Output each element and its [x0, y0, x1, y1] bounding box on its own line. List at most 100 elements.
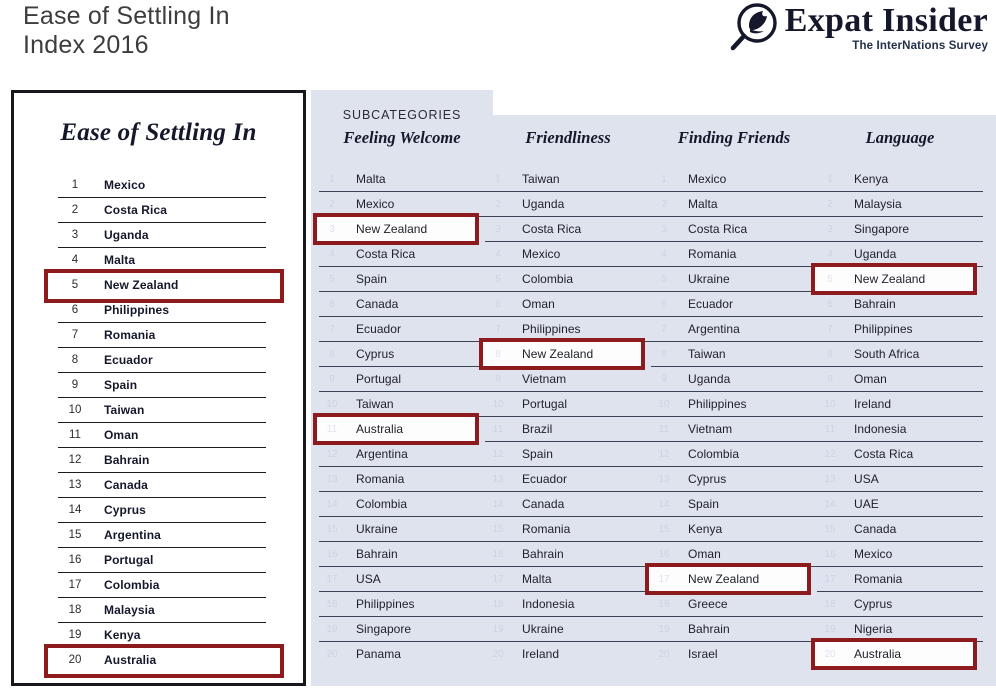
rank-number: 17	[824, 573, 836, 585]
country-name: Romania	[522, 522, 571, 536]
country-name: Bahrain	[356, 547, 398, 561]
country-name: Canada	[104, 478, 148, 492]
rank-number: 7	[495, 323, 501, 335]
country-name: Singapore	[356, 622, 412, 636]
subcategory-column-language: Language 1 Kenya 2 Malaysia 3 Singapore 4 Ugand…	[811, 115, 983, 670]
rank-number: 16	[658, 548, 670, 560]
main-ranking-row: 14 Cyprus	[58, 498, 266, 523]
subcategory-row: 20 Israel	[651, 642, 817, 666]
rank-number: 3	[661, 223, 667, 235]
rank-number: 4	[827, 248, 833, 260]
subcategory-row: 7 Ecuador	[319, 317, 485, 342]
country-name: Argentina	[104, 528, 161, 542]
country-name: Cyprus	[854, 597, 893, 611]
rank-number: 3	[827, 223, 833, 235]
rank-number: 4	[329, 248, 335, 260]
subcategory-row: 3 Costa Rica	[651, 217, 817, 242]
country-name: Argentina	[688, 322, 740, 336]
country-name: Cyprus	[688, 472, 727, 486]
rank-number: 10	[68, 404, 82, 416]
country-name: Kenya	[688, 522, 723, 536]
rank-number: 10	[492, 398, 504, 410]
subcategory-row: 6 Ecuador	[651, 292, 817, 317]
rank-number: 3	[495, 223, 501, 235]
rank-number: 15	[492, 523, 504, 535]
main-ranking-row: 12 Bahrain	[58, 448, 266, 473]
rank-number: 19	[68, 629, 82, 641]
page-header: Ease of Settling In Index 2016 Expat Ins…	[0, 0, 996, 90]
rank-number: 4	[71, 254, 79, 266]
country-name: Bahrain	[104, 453, 150, 467]
subcategory-list: 1 Malta 2 Mexico 3 New Zealand 4 Costa Rica 5 Spa…	[313, 167, 485, 666]
country-name: Malta	[104, 253, 136, 267]
rank-number: 10	[326, 398, 338, 410]
subcategory-row: 8 New Zealand	[479, 338, 651, 370]
subcategory-row: 11 Brazil	[485, 417, 651, 442]
country-name: Philippines	[688, 397, 747, 411]
rank-number: 2	[71, 204, 79, 216]
subcategory-row: 1 Kenya	[817, 167, 983, 192]
rank-number: 18	[326, 598, 338, 610]
rank-number: 15	[824, 523, 836, 535]
country-name: Mexico	[688, 172, 727, 186]
country-name: Uganda	[688, 372, 731, 386]
country-name: New Zealand	[854, 272, 926, 286]
country-name: Ecuador	[104, 353, 153, 367]
country-name: Portugal	[104, 553, 154, 567]
subcategory-row: 5 New Zealand	[811, 263, 983, 295]
country-name: Oman	[104, 428, 139, 442]
rank-number: 12	[824, 448, 836, 460]
country-name: Australia	[104, 653, 157, 667]
subcategory-row: 20 Panama	[319, 642, 485, 666]
country-name: Ecuador	[356, 322, 402, 336]
rank-number: 11	[492, 423, 504, 435]
rank-number: 16	[326, 548, 338, 560]
country-name: Costa Rica	[104, 203, 168, 217]
country-name: Bahrain	[688, 622, 730, 636]
country-name: Argentina	[356, 447, 408, 461]
subcategory-row: 17 USA	[319, 567, 485, 592]
subcategory-column-finding-friends: Finding Friends 1 Mexico 2 Malta 3 Costa Rica…	[645, 115, 817, 666]
country-name: Costa Rica	[522, 222, 582, 236]
subcategory-row: 14 Canada	[485, 492, 651, 517]
subcategory-row: 1 Malta	[319, 167, 485, 192]
subcategory-title: Feeling Welcome	[343, 128, 461, 147]
subcategory-row: 11 Indonesia	[817, 417, 983, 442]
subcategory-row: 19 Bahrain	[651, 617, 817, 642]
rank-number: 9	[827, 373, 833, 385]
rank-number: 13	[824, 473, 836, 485]
rank-number: 19	[492, 623, 504, 635]
subcategory-row: 11 Vietnam	[651, 417, 817, 442]
subcategory-row: 12 Spain	[485, 442, 651, 467]
country-name: Oman	[688, 547, 721, 561]
country-name: Spain	[104, 378, 138, 392]
country-name: Oman	[522, 297, 555, 311]
main-ranking-row: 17 Colombia	[58, 573, 266, 598]
rank-number: 16	[824, 548, 836, 560]
subcategory-row: 18 Indonesia	[485, 592, 651, 617]
subcategory-row: 6 Oman	[485, 292, 651, 317]
rank-number: 12	[326, 448, 338, 460]
subcategory-row: 18 Cyprus	[817, 592, 983, 617]
country-name: UAE	[854, 497, 879, 511]
subcategory-row: 8 Cyprus	[319, 342, 485, 367]
subcategory-row: 13 Cyprus	[651, 467, 817, 492]
subcategory-row: 4 Costa Rica	[319, 242, 485, 267]
rank-number: 15	[658, 523, 670, 535]
rank-number: 6	[827, 298, 833, 310]
rank-number: 7	[661, 323, 667, 335]
subcategory-row: 13 Ecuador	[485, 467, 651, 492]
country-name: USA	[854, 472, 879, 486]
country-name: Ireland	[854, 397, 892, 411]
rank-number: 14	[492, 498, 504, 510]
rank-number: 12	[68, 454, 82, 466]
rank-number: 12	[492, 448, 504, 460]
country-name: Israel	[688, 647, 718, 661]
subcategory-row: 7 Argentina	[651, 317, 817, 342]
country-name: Indonesia	[522, 597, 575, 611]
rank-number: 2	[827, 198, 833, 210]
subcategory-row: 9 Oman	[817, 367, 983, 392]
subcategory-title: Language	[865, 128, 935, 147]
rank-number: 6	[495, 298, 501, 310]
country-name: Malaysia	[854, 197, 902, 211]
